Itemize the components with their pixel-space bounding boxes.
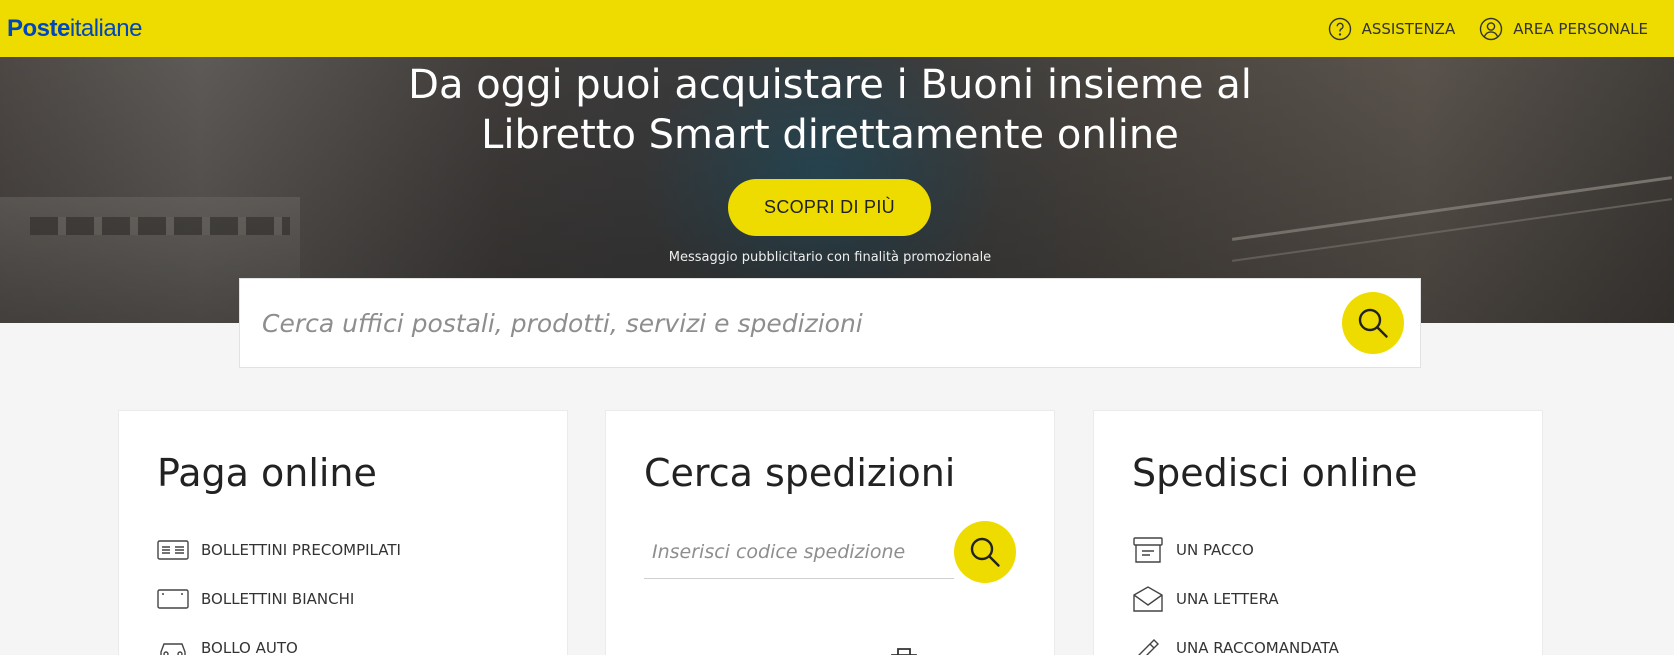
blank-slips-link[interactable]: BOLLETTINI BIANCHI: [157, 574, 529, 623]
track-shipment-form: [644, 521, 1016, 583]
top-header: Poste italiane ASSISTENZA AREA PERSONALE: [0, 0, 1674, 57]
ship-package-label: UN PACCO: [1176, 540, 1254, 559]
hero-title: Da oggi puoi acquistare i Buoni insieme …: [0, 60, 1660, 160]
pay-online-title: Paga online: [157, 451, 377, 495]
header-nav: ASSISTENZA AREA PERSONALE: [1328, 17, 1648, 41]
help-circle-icon: [1328, 17, 1351, 40]
search-icon: [970, 537, 1000, 567]
personal-area-label: AREA PERSONALE: [1513, 19, 1648, 38]
prefilled-slip-icon: [157, 539, 189, 560]
ship-package-link[interactable]: UN PACCO: [1132, 525, 1504, 574]
ship-letter-link[interactable]: UNA LETTERA: [1132, 574, 1504, 623]
site-search-bar: [239, 278, 1421, 368]
site-search-button[interactable]: [1342, 292, 1404, 354]
logo-text-bold: Poste: [7, 14, 70, 42]
ship-online-list: UN PACCO UNA LETTERA UNA RACCOMANDATA: [1132, 525, 1504, 655]
shipment-code-input[interactable]: [644, 525, 954, 579]
car-icon: [160, 642, 186, 655]
package-illustration-icon: [891, 648, 917, 655]
car-tax-link[interactable]: BOLLO AUTO: [157, 623, 529, 655]
ship-online-title: Spedisci online: [1132, 451, 1418, 495]
assistance-label: ASSISTENZA: [1361, 19, 1456, 38]
ship-online-card: Spedisci online UN PACCO UNA LETTERA UNA…: [1093, 410, 1543, 655]
promo-disclaimer: Messaggio pubblicitario con finalità pro…: [668, 250, 992, 265]
track-shipment-title: Cerca spedizioni: [644, 451, 956, 495]
package-box-icon: [1133, 536, 1163, 563]
prefilled-slips-label: BOLLETTINI PRECOMPILATI: [201, 540, 401, 559]
pay-online-list: BOLLETTINI PRECOMPILATI BOLLETTINI BIANC…: [157, 525, 529, 655]
ship-letter-label: UNA LETTERA: [1176, 589, 1279, 608]
blank-slip-icon: [157, 588, 189, 609]
assistance-link[interactable]: ASSISTENZA: [1328, 17, 1456, 41]
personal-area-link[interactable]: AREA PERSONALE: [1479, 17, 1648, 41]
car-tax-label: BOLLO AUTO: [201, 638, 298, 655]
pay-online-card: Paga online BOLLETTINI PRECOMPILATI BOLL…: [118, 410, 568, 655]
user-circle-icon: [1480, 17, 1503, 40]
envelope-icon: [1133, 585, 1163, 612]
track-search-button[interactable]: [954, 521, 1016, 583]
discover-more-button[interactable]: SCOPRI DI PIÙ: [728, 179, 931, 236]
registered-mail-icon: [1137, 638, 1159, 655]
logo-text-light: italiane: [69, 14, 143, 42]
site-search-input[interactable]: [262, 308, 1342, 338]
ship-registered-mail-link[interactable]: UNA RACCOMANDATA: [1132, 623, 1504, 655]
ship-registered-mail-label: UNA RACCOMANDATA: [1176, 638, 1339, 655]
search-icon: [1358, 308, 1388, 338]
hero-title-line-2: Libretto Smart direttamente online: [481, 112, 1179, 158]
hero-title-line-1: Da oggi puoi acquistare i Buoni insieme …: [408, 62, 1252, 108]
blank-slips-label: BOLLETTINI BIANCHI: [201, 589, 355, 608]
prefilled-slips-link[interactable]: BOLLETTINI PRECOMPILATI: [157, 525, 529, 574]
poste-italiane-logo[interactable]: Poste italiane: [7, 15, 142, 43]
track-shipment-card: Cerca spedizioni: [605, 410, 1055, 655]
